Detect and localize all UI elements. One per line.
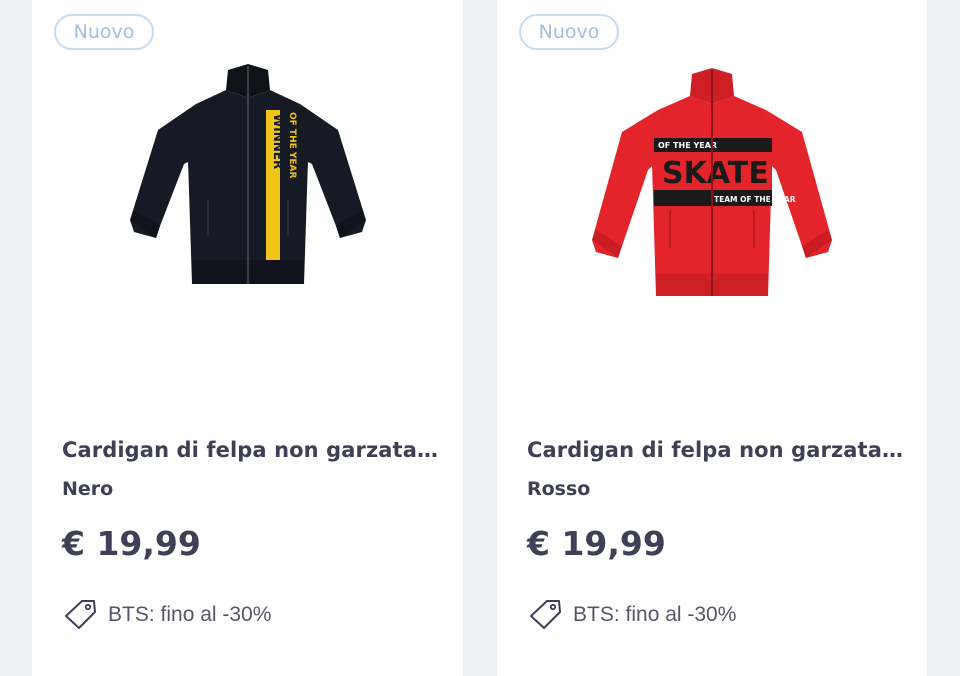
jacket-image: OF THE YEAR SKATE TEAM OF THE YEAR <box>592 68 832 296</box>
product-card[interactable]: Nuovo OF THE YEAR WINNER Cardigan di fel… <box>32 0 463 676</box>
svg-text:SKATE: SKATE <box>662 156 769 191</box>
product-color: Rosso <box>527 478 591 500</box>
svg-text:OF THE YEAR: OF THE YEAR <box>658 141 717 150</box>
product-card[interactable]: Nuovo OF THE YEAR SKATE TEAM OF THE YEAR <box>497 0 927 676</box>
promo-text: BTS: fino al -30% <box>108 603 272 626</box>
tag-icon <box>65 600 96 629</box>
new-badge: Nuovo <box>54 14 154 50</box>
new-badge: Nuovo <box>519 14 619 50</box>
product-price: € 19,99 <box>62 524 201 563</box>
svg-text:WINNER: WINNER <box>271 114 285 169</box>
product-name[interactable]: Cardigan di felpa non garzata ... <box>527 438 907 462</box>
product-name[interactable]: Cardigan di felpa non garzata ... <box>62 438 442 462</box>
promo-text: BTS: fino al -30% <box>573 603 737 626</box>
product-image[interactable]: OF THE YEAR WINNER <box>32 60 463 380</box>
product-color: Nero <box>62 478 114 500</box>
svg-text:OF THE YEAR: OF THE YEAR <box>287 112 297 179</box>
promo-label: BTS: fino al -30% <box>62 598 271 632</box>
product-price: € 19,99 <box>527 524 666 563</box>
product-image[interactable]: OF THE YEAR SKATE TEAM OF THE YEAR <box>497 60 927 380</box>
jacket-image: OF THE YEAR WINNER <box>129 64 366 284</box>
promo-label: BTS: fino al -30% <box>527 598 736 632</box>
tag-icon <box>530 600 561 629</box>
svg-text:TEAM OF THE YEAR: TEAM OF THE YEAR <box>714 195 796 204</box>
